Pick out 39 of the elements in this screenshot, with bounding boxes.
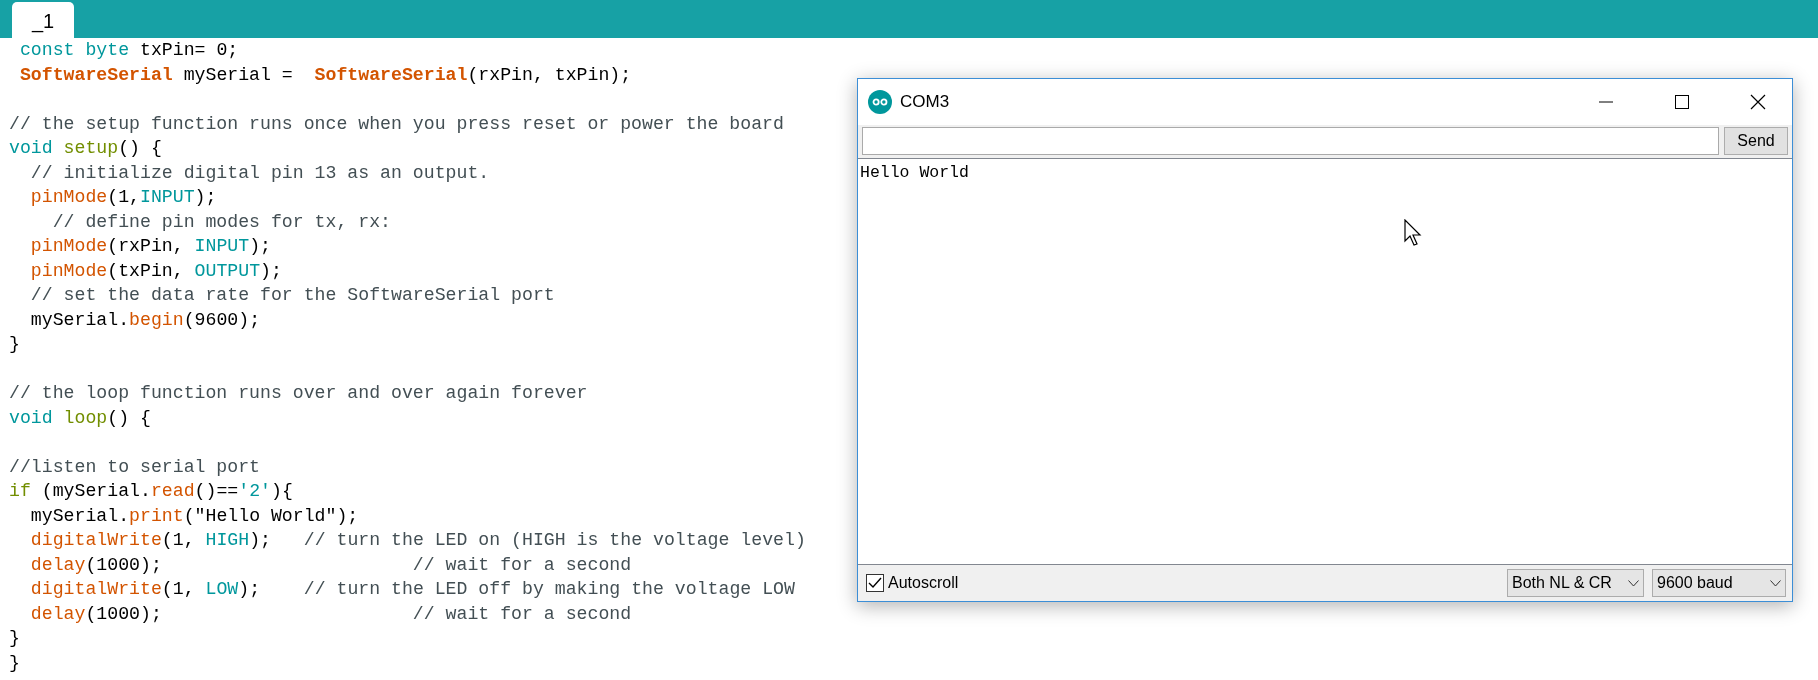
chevron-down-icon bbox=[1770, 579, 1781, 587]
code-line: void setup() { bbox=[9, 137, 162, 160]
autoscroll-checkbox[interactable] bbox=[866, 574, 884, 592]
code-line: digitalWrite(1, HIGH); // turn the LED on (HIGH is the voltage level) bbox=[29, 529, 806, 552]
code-line: void loop() { bbox=[9, 406, 151, 430]
code-line: SoftwareSerial mySerial = SoftwareSerial(rxPin, txPin); bbox=[18, 63, 632, 87]
code-line: digitalWrite(1, LOW); // turn the LED off by making the voltage LOW bbox=[29, 578, 795, 601]
code-line: // the setup function runs once when you press reset or power the board bbox=[9, 112, 784, 136]
code-line: // define pin modes for tx, rx: bbox=[51, 210, 391, 234]
autoscroll-label: Autoscroll bbox=[888, 574, 959, 592]
code-line: pinMode(txPin, OUTPUT); bbox=[29, 259, 282, 283]
code-line: delay(1000); // wait for a second bbox=[29, 602, 632, 626]
code-line: } bbox=[9, 627, 20, 650]
message-input-field[interactable] bbox=[862, 127, 1719, 155]
code-line: mySerial.print("Hello World"); bbox=[29, 504, 359, 528]
code-line: // initialize digital pin 13 as an output. bbox=[29, 161, 490, 185]
code-line: } bbox=[9, 333, 20, 356]
send-button[interactable]: Send bbox=[1724, 127, 1788, 155]
output-line: Hello World bbox=[860, 163, 969, 182]
chevron-down-icon bbox=[1628, 579, 1639, 587]
code-line: pinMode(1,INPUT); bbox=[29, 186, 217, 209]
code-line: mySerial.begin(9600); bbox=[29, 308, 261, 332]
baud-rate-dropdown[interactable]: 9600 baud bbox=[1652, 569, 1786, 597]
code-line: } bbox=[9, 651, 20, 675]
code-line: if (mySerial.read()=='2'){ bbox=[9, 480, 293, 503]
code-line: // set the data rate for the SoftwareSerial port bbox=[29, 284, 555, 307]
app-logo-icon bbox=[868, 90, 892, 114]
mouse-pointer-icon bbox=[1404, 219, 1422, 247]
editor-tab[interactable]: _1 bbox=[12, 2, 75, 38]
code-line: delay(1000); // wait for a second bbox=[29, 553, 632, 577]
line-ending-dropdown[interactable]: Both NL & CR bbox=[1507, 569, 1644, 597]
code-line: //listen to serial port bbox=[9, 455, 261, 479]
minimize-icon bbox=[1599, 101, 1613, 103]
close-icon bbox=[1750, 94, 1766, 110]
code-line: pinMode(rxPin, INPUT); bbox=[29, 235, 271, 258]
maximize-icon bbox=[1675, 95, 1689, 109]
window-title: COM3 bbox=[900, 92, 951, 112]
code-line: // the loop function runs over and over again forever bbox=[9, 382, 588, 405]
code-line: const byte txPin= 0; bbox=[18, 39, 239, 62]
